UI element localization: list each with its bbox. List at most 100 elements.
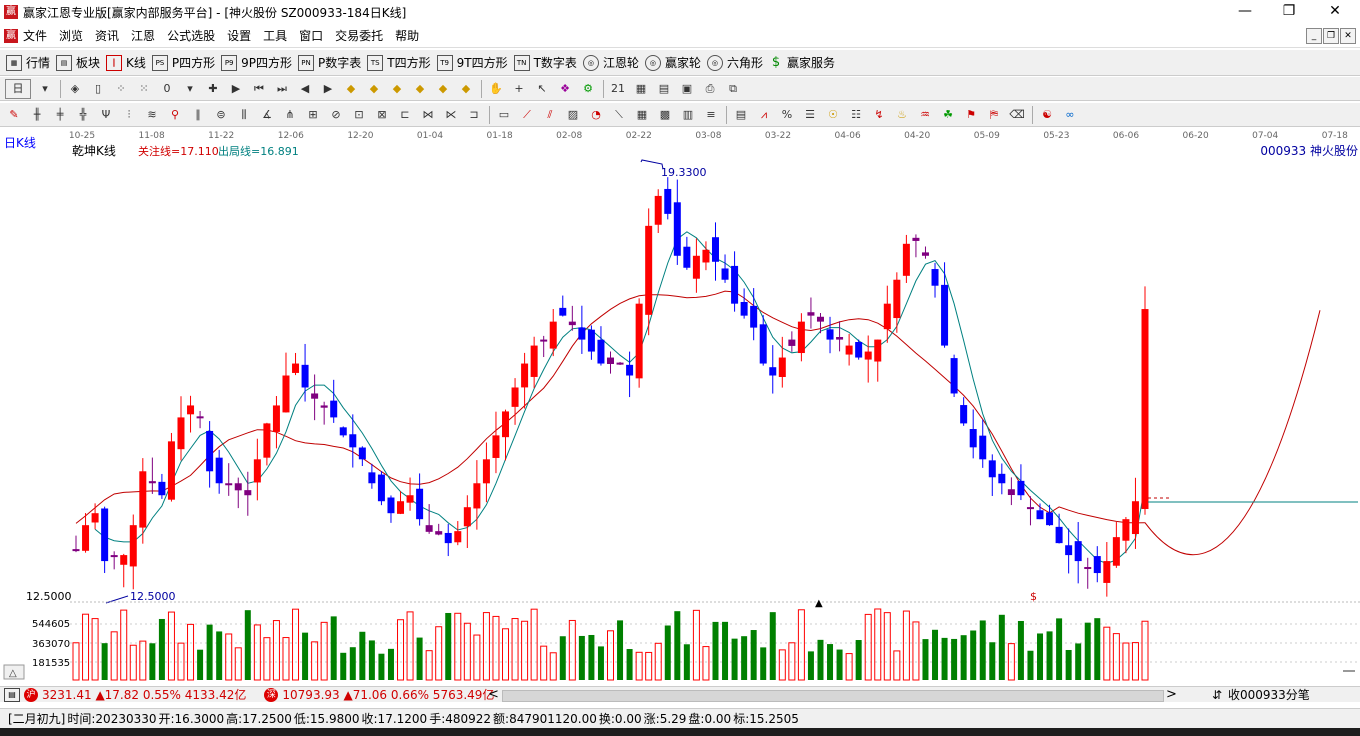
diamond-all-icon[interactable]: ◆: [434, 80, 452, 98]
stairs-tool-icon[interactable]: ☷: [847, 106, 865, 124]
gift-icon[interactable]: ❖: [556, 80, 574, 98]
flag-tool-icon[interactable]: ⚑: [962, 106, 980, 124]
menu-tools[interactable]: 工具: [263, 27, 287, 44]
prev-icon[interactable]: ◀: [296, 80, 314, 98]
crosshair-icon[interactable]: +: [510, 80, 528, 98]
time-tool-icon[interactable]: ⋈: [419, 106, 437, 124]
toolbar-psquare-button[interactable]: PS P四方形: [151, 54, 215, 71]
toolbar-9tsquare-button[interactable]: T9 9T四方形: [436, 54, 508, 71]
chart-dots-icon[interactable]: ⁘: [112, 80, 130, 98]
print-icon[interactable]: ⎙: [701, 80, 719, 98]
split-tool-icon[interactable]: ⫶: [120, 106, 138, 124]
hand-icon[interactable]: ✋: [487, 80, 505, 98]
toolbar-service-button[interactable]: $ 赢家服务: [769, 54, 835, 71]
tool-icon[interactable]: ▶: [227, 80, 245, 98]
menu-formula[interactable]: 公式选股: [167, 27, 215, 44]
table-tool-icon[interactable]: ▦: [633, 106, 651, 124]
mdi-restore-button[interactable]: ❐: [1323, 28, 1339, 44]
matrix-tool-icon[interactable]: ▩: [656, 106, 674, 124]
percent-icon[interactable]: %: [778, 106, 796, 124]
mdi-minimize-button[interactable]: _: [1306, 28, 1322, 44]
toolbar-pnumber-button[interactable]: PN P数字表: [298, 54, 361, 71]
export-icon[interactable]: ⧉: [724, 80, 742, 98]
sort-icon[interactable]: ⇵: [1212, 688, 1222, 702]
lines-tool-icon[interactable]: ≡: [702, 106, 720, 124]
settings-icon[interactable]: ⚙: [579, 80, 597, 98]
last-page-icon[interactable]: ⏭: [273, 80, 291, 98]
cycle-tool-icon[interactable]: ⊏: [396, 106, 414, 124]
diamond-up-icon[interactable]: ◆: [388, 80, 406, 98]
grid2-tool-icon[interactable]: ▥: [679, 106, 697, 124]
arc-tool-icon[interactable]: ◔: [587, 106, 605, 124]
circle-tool-icon[interactable]: ⊜: [212, 106, 230, 124]
menu-trade[interactable]: 交易委托: [335, 27, 383, 44]
menu-window[interactable]: 窗口: [299, 27, 323, 44]
fib-tool-icon[interactable]: ▤: [732, 106, 750, 124]
gann-box-icon[interactable]: ⊞: [304, 106, 322, 124]
first-page-icon[interactable]: ⏮: [250, 80, 268, 98]
bars-tool-icon[interactable]: ⫼: [235, 106, 253, 124]
menu-info[interactable]: 资讯: [95, 27, 119, 44]
toolbar-gannwheel-button[interactable]: ◎ 江恩轮: [582, 54, 639, 71]
arrow-tool-icon[interactable]: ↯: [870, 106, 888, 124]
notebook-icon[interactable]: ▤: [655, 80, 673, 98]
diamond-reset-icon[interactable]: ◆: [457, 80, 475, 98]
leaf-tool-icon[interactable]: ☘: [939, 106, 957, 124]
toolbar-block-button[interactable]: ▤ 板块: [56, 54, 100, 71]
mdi-close-button[interactable]: ✕: [1340, 28, 1356, 44]
rect-tool-icon[interactable]: ▨: [564, 106, 582, 124]
kline-chart[interactable]: 日K线 乾坤K线 关注线=17.110 出局线=16.891 000933 神火…: [0, 127, 1360, 685]
gann-angle-icon[interactable]: ⊘: [327, 106, 345, 124]
menu-file[interactable]: 文件: [23, 27, 47, 44]
gann-fan-icon[interactable]: ⋔: [281, 106, 299, 124]
ruler-tool-icon[interactable]: ⚲: [166, 106, 184, 124]
gann-square-icon[interactable]: ⊠: [373, 106, 391, 124]
scroll-track[interactable]: [502, 690, 1164, 702]
close-button[interactable]: ✕: [1312, 0, 1358, 24]
scroll-left-icon[interactable]: <: [488, 687, 499, 702]
coin-tool-icon[interactable]: ☉: [824, 106, 842, 124]
fire-tool-icon[interactable]: ♒: [916, 106, 934, 124]
infinity-icon[interactable]: ∞: [1061, 106, 1079, 124]
diamond-left-icon[interactable]: ◆: [342, 80, 360, 98]
menu-gann[interactable]: 江恩: [131, 27, 155, 44]
box-tool-icon[interactable]: ▭: [495, 106, 513, 124]
toolbar-winnerwheel-button[interactable]: ◎ 赢家轮: [644, 54, 701, 71]
fib-fan-icon[interactable]: ⩘: [755, 106, 773, 124]
zoom-icon[interactable]: ✚: [204, 80, 222, 98]
pencil-icon[interactable]: ✎: [5, 106, 23, 124]
menu-help[interactable]: 帮助: [395, 27, 419, 44]
toolbar-tsquare-button[interactable]: TS T四方形: [367, 54, 431, 71]
slope-tool-icon[interactable]: ⟍: [610, 106, 628, 124]
eraser-tool-icon[interactable]: ⌫: [1008, 106, 1026, 124]
toolbar-hexagon-button[interactable]: ◎ 六角形: [706, 54, 763, 71]
scroll-right-icon[interactable]: >: [1166, 687, 1177, 702]
chevron-down-icon[interactable]: ▾: [36, 80, 54, 98]
yin-yang-icon[interactable]: ☯: [1038, 106, 1056, 124]
maximize-button[interactable]: ❐: [1266, 0, 1312, 24]
sz-index-text[interactable]: 10793.93 ▲71.06 0.66% 5763.49亿: [282, 686, 494, 703]
trend-tool-icon[interactable]: ⟋: [518, 106, 536, 124]
channel-tool-icon[interactable]: ⫽: [541, 106, 559, 124]
fan-tool-icon[interactable]: ╪: [51, 106, 69, 124]
pattern-icon[interactable]: ◈: [66, 80, 84, 98]
tick-detail-label[interactable]: 收000933分笔: [1228, 686, 1310, 703]
diamond-down-icon[interactable]: ◆: [411, 80, 429, 98]
calendar-icon[interactable]: 21: [609, 80, 627, 98]
grid-tool-icon[interactable]: ╬: [74, 106, 92, 124]
document-icon[interactable]: ▯: [89, 80, 107, 98]
line-tool-icon[interactable]: ╫: [28, 106, 46, 124]
parallel-tool-icon[interactable]: ∥: [189, 106, 207, 124]
dropdown-icon[interactable]: ▾: [181, 80, 199, 98]
gann-grid-icon[interactable]: ⊡: [350, 106, 368, 124]
number-zero-icon[interactable]: 0: [158, 80, 176, 98]
diamond-right-icon[interactable]: ◆: [365, 80, 383, 98]
period-select[interactable]: 日: [5, 78, 31, 99]
bracket-tool-icon[interactable]: ⊐: [465, 106, 483, 124]
menu-settings[interactable]: 设置: [227, 27, 251, 44]
calculator-icon[interactable]: ▦: [632, 80, 650, 98]
next-icon[interactable]: ▶: [319, 80, 337, 98]
list-icon[interactable]: ▤: [4, 687, 20, 702]
wave-tool-icon[interactable]: ≋: [143, 106, 161, 124]
mark-tool-icon[interactable]: ⛿: [985, 106, 1003, 124]
